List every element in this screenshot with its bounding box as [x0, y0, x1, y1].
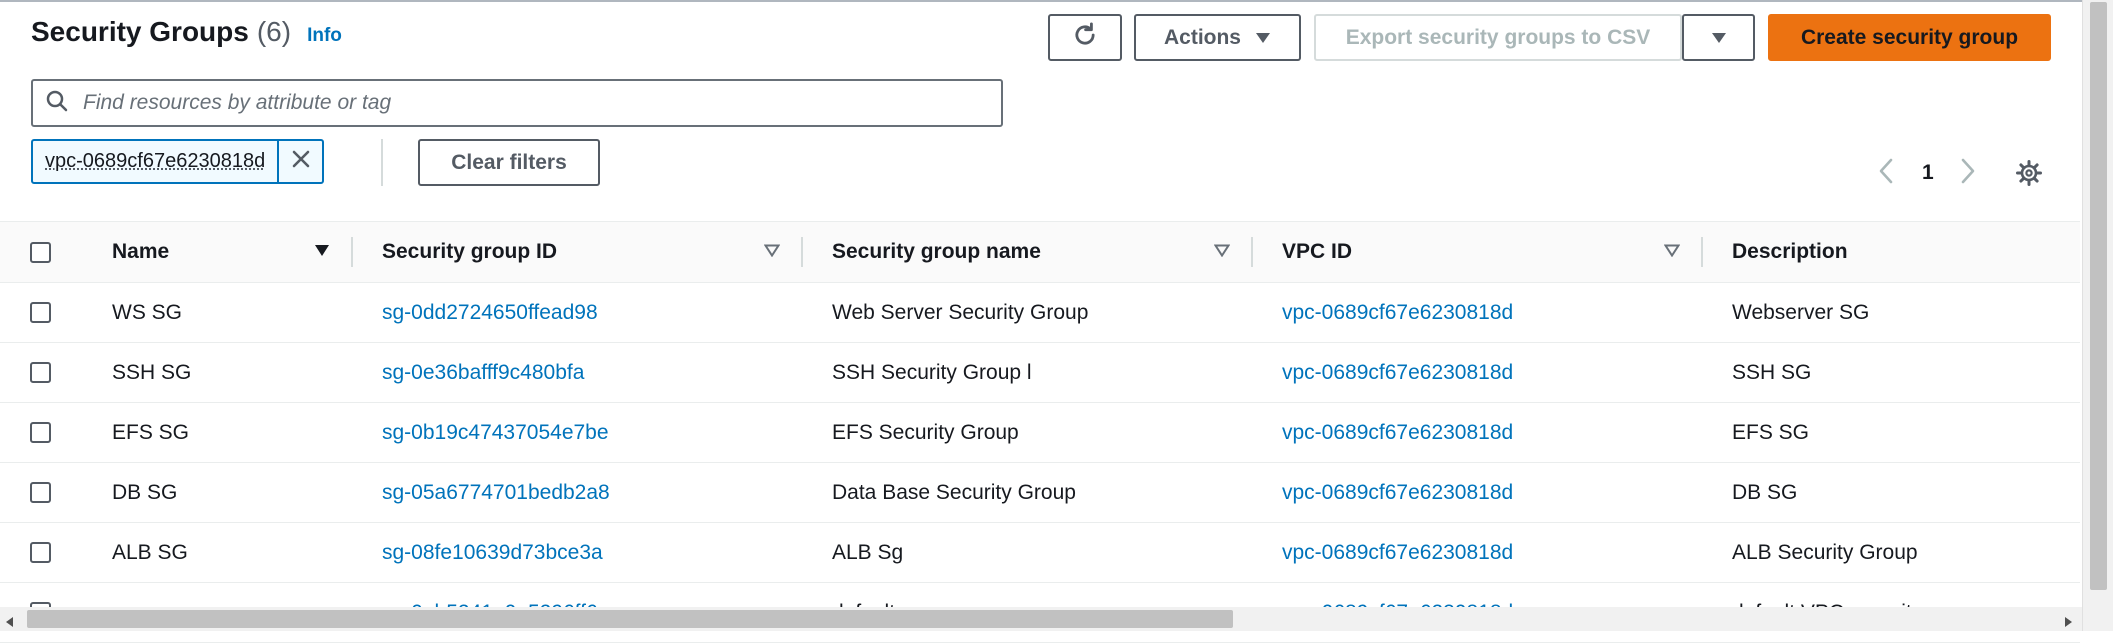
- cell-sg-id-link[interactable]: sg-0dd2724650ffead98: [382, 283, 598, 342]
- cell-sg-name: EFS Security Group: [832, 420, 1019, 444]
- cell-name: WS SG: [112, 300, 183, 324]
- close-icon: [291, 149, 311, 174]
- export-label: Export security groups to CSV: [1345, 25, 1651, 49]
- row-checkbox[interactable]: [30, 422, 51, 443]
- top-border: [0, 0, 2083, 2]
- clear-filters-label: Clear filters: [451, 150, 567, 174]
- row-checkbox[interactable]: [30, 362, 51, 383]
- cell-sg-id-link[interactable]: sg-05a6774701bedb2a8: [382, 463, 610, 522]
- actions-button[interactable]: Actions: [1134, 14, 1301, 61]
- cell-vpc-id-link[interactable]: vpc-0689cf67e6230818d: [1282, 523, 1513, 582]
- cell-sg-id-link[interactable]: sg-0b19c47437054e7be: [382, 403, 609, 462]
- cell-name: DB SG: [112, 480, 178, 504]
- cell-name: SSH SG: [112, 360, 192, 384]
- actions-label: Actions: [1163, 25, 1241, 49]
- chevron-right-icon: [1960, 157, 1976, 190]
- cell-sg-name: Data Base Security Group: [832, 480, 1076, 504]
- cell-sg-name: Web Server Security Group: [832, 300, 1089, 324]
- column-resizer[interactable]: [1701, 237, 1703, 267]
- horizontal-scrollbar-thumb[interactable]: [27, 610, 1233, 628]
- filter-token-label: vpc-0689cf67e6230818d: [45, 150, 266, 172]
- row-checkbox[interactable]: [30, 482, 51, 503]
- table-row[interactable]: SSH SG sg-0e36bafff9c480bfa SSH Security…: [0, 343, 2080, 403]
- caret-down-icon: [1255, 26, 1271, 50]
- sort-icon[interactable]: [1213, 244, 1231, 262]
- chevron-left-icon: [1878, 157, 1894, 190]
- cell-sg-name: SSH Security Group l: [832, 360, 1032, 384]
- export-dropdown-button[interactable]: [1682, 14, 1755, 61]
- column-resizer[interactable]: [351, 237, 353, 267]
- cell-vpc-id-link[interactable]: vpc-0689cf67e6230818d: [1282, 343, 1513, 402]
- gear-icon: [2015, 160, 2043, 191]
- page-title: Security Groups: [31, 16, 249, 47]
- page-header: Security Groups (6) Info: [31, 16, 342, 48]
- filter-token[interactable]: vpc-0689cf67e6230818d: [31, 139, 325, 184]
- column-header-vpc-id[interactable]: VPC ID: [1282, 222, 1352, 282]
- refresh-button[interactable]: [1048, 14, 1122, 61]
- cell-name: EFS SG: [112, 420, 190, 444]
- cell-description: DB SG: [1732, 480, 1798, 504]
- next-page-button[interactable]: [1960, 158, 1976, 188]
- group-count: (6): [256, 16, 292, 47]
- remove-filter-button[interactable]: [277, 141, 322, 182]
- preferences-button[interactable]: [2015, 159, 2043, 192]
- refresh-icon: [1071, 21, 1099, 55]
- cell-description: EFS SG: [1732, 420, 1810, 444]
- create-label: Create security group: [1800, 25, 2019, 49]
- sort-icon[interactable]: [1663, 244, 1681, 262]
- export-csv-button[interactable]: Export security groups to CSV: [1314, 14, 1682, 61]
- search-input[interactable]: [81, 90, 965, 116]
- security-groups-table: Name Security group ID Security group na…: [0, 221, 2080, 643]
- cell-sg-id-link[interactable]: sg-08fe10639d73bce3a: [382, 523, 603, 582]
- cell-description: ALB Security Group: [1732, 540, 1918, 564]
- filter-divider: [381, 139, 383, 186]
- table-row[interactable]: EFS SG sg-0b19c47437054e7be EFS Security…: [0, 403, 2080, 463]
- sort-descending-icon[interactable]: [314, 244, 330, 262]
- column-header-name[interactable]: Name: [112, 222, 169, 282]
- sort-icon[interactable]: [763, 244, 781, 262]
- vertical-scrollbar-thumb[interactable]: [2090, 2, 2107, 590]
- select-all-checkbox[interactable]: [30, 242, 51, 263]
- cell-vpc-id-link[interactable]: vpc-0689cf67e6230818d: [1282, 283, 1513, 342]
- column-resizer[interactable]: [1251, 237, 1253, 267]
- page-number-1[interactable]: 1: [1922, 158, 1934, 188]
- column-header-sg-name[interactable]: Security group name: [832, 222, 1041, 282]
- row-checkbox[interactable]: [30, 302, 51, 323]
- horizontal-scrollbar[interactable]: [0, 607, 2082, 631]
- caret-down-icon: [1711, 26, 1727, 50]
- column-header-sg-id[interactable]: Security group ID: [382, 222, 557, 282]
- table-row[interactable]: WS SG sg-0dd2724650ffead98 Web Server Se…: [0, 283, 2080, 343]
- search-field[interactable]: [31, 79, 1003, 127]
- table-row[interactable]: DB SG sg-05a6774701bedb2a8 Data Base Sec…: [0, 463, 2080, 523]
- scroll-left-icon[interactable]: [6, 614, 14, 632]
- column-header-description[interactable]: Description: [1732, 222, 1848, 282]
- cell-name: ALB SG: [112, 540, 188, 564]
- cell-vpc-id-link[interactable]: vpc-0689cf67e6230818d: [1282, 463, 1513, 522]
- cell-description: Webserver SG: [1732, 300, 1870, 324]
- search-icon: [45, 89, 69, 118]
- clear-filters-button[interactable]: Clear filters: [418, 139, 600, 186]
- cell-sg-id-link[interactable]: sg-0e36bafff9c480bfa: [382, 343, 584, 402]
- previous-page-button[interactable]: [1878, 158, 1894, 188]
- cell-vpc-id-link[interactable]: vpc-0689cf67e6230818d: [1282, 403, 1513, 462]
- table-header: Name Security group ID Security group na…: [0, 221, 2080, 283]
- vertical-scrollbar[interactable]: [2082, 0, 2113, 631]
- scroll-right-icon[interactable]: [2064, 614, 2072, 632]
- cell-description: SSH SG: [1732, 360, 1812, 384]
- create-security-group-button[interactable]: Create security group: [1768, 14, 2051, 61]
- column-resizer[interactable]: [801, 237, 803, 267]
- info-link[interactable]: Info: [307, 25, 342, 47]
- row-checkbox[interactable]: [30, 542, 51, 563]
- table-row[interactable]: ALB SG sg-08fe10639d73bce3a ALB Sg vpc-0…: [0, 523, 2080, 583]
- cell-sg-name: ALB Sg: [832, 540, 904, 564]
